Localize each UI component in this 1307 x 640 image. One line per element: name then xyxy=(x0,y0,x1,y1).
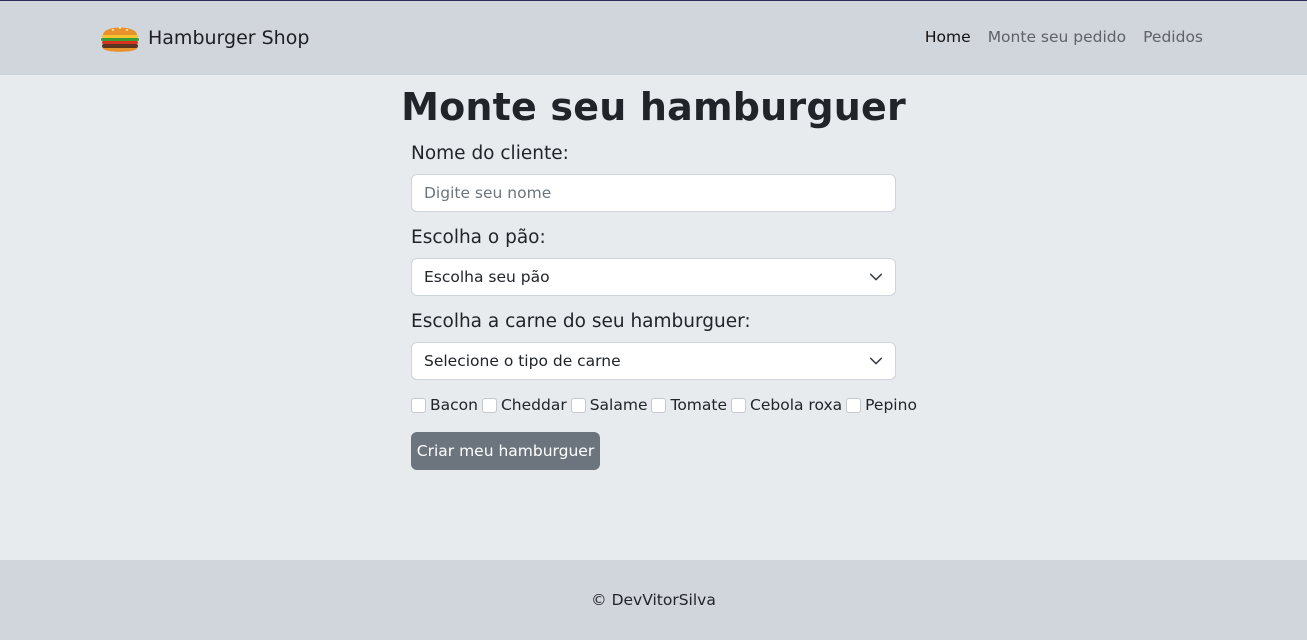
tomate-label: Tomate xyxy=(670,396,728,414)
hamburger-icon xyxy=(101,27,139,52)
page-title: Monte seu hamburguer xyxy=(401,85,906,129)
salame-label: Salame xyxy=(589,396,648,414)
bread-select[interactable]: Escolha seu pão xyxy=(411,258,896,296)
name-label: Nome do cliente: xyxy=(411,143,569,164)
main-content: Monte seu hamburguer Nome do cliente: Es… xyxy=(0,75,1307,560)
bacon-label: Bacon xyxy=(430,396,478,414)
name-field-group: Nome do cliente: xyxy=(411,143,896,212)
tomate-checkbox[interactable] xyxy=(651,397,667,413)
create-burger-button[interactable]: Criar meu hamburguer xyxy=(411,432,600,470)
bacon-checkbox[interactable] xyxy=(411,397,426,413)
extra-tomate[interactable]: Tomate xyxy=(651,396,727,414)
copyright-text: © DevVitorSilva xyxy=(591,591,716,609)
pepino-checkbox[interactable] xyxy=(846,397,862,413)
nav-home[interactable]: Home xyxy=(925,28,971,46)
cheddar-label: Cheddar xyxy=(500,396,567,414)
nav-pedidos[interactable]: Pedidos xyxy=(1143,28,1203,46)
cheddar-checkbox[interactable] xyxy=(481,397,497,413)
cebola-roxa-label: Cebola roxa xyxy=(750,396,843,414)
bread-select-value: Escolha seu pão xyxy=(424,268,550,286)
meat-select-value: Selecione o tipo de carne xyxy=(424,352,621,370)
extra-pepino[interactable]: Pepino xyxy=(846,396,917,414)
extra-salame[interactable]: Salame xyxy=(570,396,648,414)
bread-label: Escolha o pão: xyxy=(411,227,546,248)
meat-field-group: Escolha a carne do seu hamburguer: Selec… xyxy=(411,311,896,380)
nav-monte-seu-pedido[interactable]: Monte seu pedido xyxy=(988,28,1126,46)
bread-field-group: Escolha o pão: Escolha seu pão xyxy=(411,227,896,296)
name-input[interactable] xyxy=(411,174,896,212)
brand-name: Hamburger Shop xyxy=(148,27,310,49)
salame-checkbox[interactable] xyxy=(570,397,586,413)
footer: © DevVitorSilva xyxy=(0,560,1307,640)
main-nav: Home Monte seu pedido Pedidos xyxy=(925,28,1203,46)
meat-label: Escolha a carne do seu hamburguer: xyxy=(411,311,751,332)
pepino-label: Pepino xyxy=(865,396,917,414)
meat-select[interactable]: Selecione o tipo de carne xyxy=(411,342,896,380)
chevron-down-icon xyxy=(869,273,883,281)
extra-cheddar[interactable]: Cheddar xyxy=(481,396,567,414)
extras-checkbox-group: Bacon Cheddar Salame Tomate Cebola roxa … xyxy=(411,395,921,415)
cebola-roxa-checkbox[interactable] xyxy=(731,397,747,413)
extra-bacon[interactable]: Bacon xyxy=(411,396,478,414)
chevron-down-icon xyxy=(869,357,883,365)
brand-link[interactable]: Hamburger Shop xyxy=(100,21,309,55)
extra-cebola-roxa[interactable]: Cebola roxa xyxy=(731,396,842,414)
navbar: Hamburger Shop Home Monte seu pedido Ped… xyxy=(0,1,1307,75)
